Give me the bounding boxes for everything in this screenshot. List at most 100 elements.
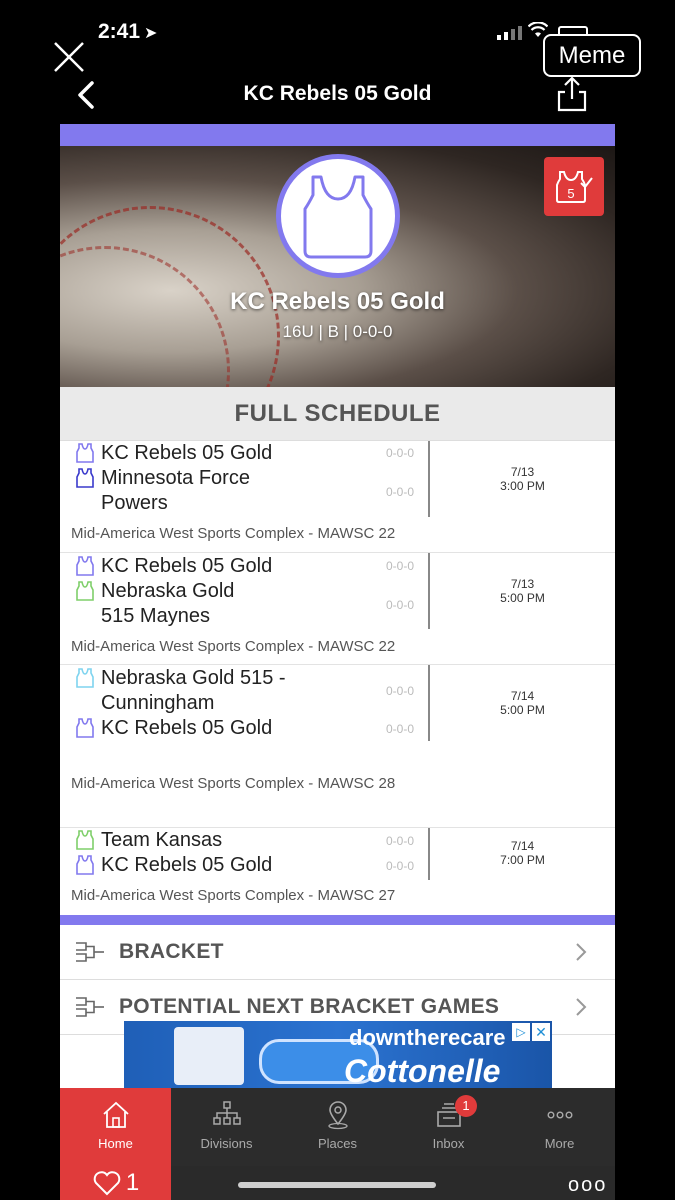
more-options-icon[interactable]: ooo <box>568 1174 607 1197</box>
team-name: KC Rebels 05 Gold <box>101 854 273 876</box>
divisions-icon <box>212 1101 241 1125</box>
jersey-icon <box>76 855 94 875</box>
column-divider <box>428 828 430 880</box>
game-venue: Mid-America West Sports Complex - MAWSC … <box>71 887 396 904</box>
game-time: 5:00 PM <box>500 591 545 605</box>
bracket-icon <box>76 997 104 1017</box>
game-time: 7:00 PM <box>500 853 545 867</box>
bracket-icon <box>76 942 104 962</box>
tab-home[interactable]: Home <box>60 1088 171 1166</box>
ad-product-image <box>174 1027 244 1085</box>
jersey-icon <box>76 718 94 738</box>
team-name: KC Rebels 05 Gold <box>101 555 273 577</box>
team-row: Nebraska Gold 515 Maynes <box>74 579 251 629</box>
places-icon <box>327 1101 348 1130</box>
ad-choices-icon[interactable]: ▷ <box>512 1023 530 1041</box>
tab-bar: Home Divisions Places 1 Inbox More <box>60 1088 615 1166</box>
favorite-jersey-check-icon: 5 <box>556 170 593 203</box>
team-name: Team Kansas <box>101 829 223 851</box>
tab-label: Places <box>317 1136 358 1151</box>
tab-label: Divisions <box>200 1136 253 1151</box>
favorite-team-button[interactable]: 5 <box>544 157 604 216</box>
jersey-icon <box>76 556 94 576</box>
tab-places[interactable]: Places <box>282 1088 393 1166</box>
like-count: 1 <box>125 1169 140 1196</box>
accent-bar <box>60 124 615 146</box>
ad-brand: Cottonelle <box>344 1053 501 1088</box>
tab-label: More <box>544 1136 575 1151</box>
jersey-icon <box>303 175 373 259</box>
game-date: 7/14 <box>510 689 535 703</box>
tab-divisions[interactable]: Divisions <box>171 1088 282 1166</box>
game-card[interactable]: KC Rebels 05 Gold 0-0-0 Nebraska Gold 51… <box>60 553 615 665</box>
team-record: 0-0-0 <box>386 684 415 698</box>
bracket-label: BRACKET <box>119 940 224 963</box>
tab-label: Home <box>98 1136 133 1151</box>
ad-tagline: downtherecare <box>349 1025 506 1050</box>
team-row: KC Rebels 05 Gold <box>74 716 371 741</box>
team-row: Minnesota Force Powers <box>74 466 251 516</box>
team-row: Team Kansas <box>74 828 371 853</box>
game-venue: Mid-America West Sports Complex - MAWSC … <box>71 525 396 542</box>
game-datetime: 7/13 5:00 PM <box>460 577 585 605</box>
game-datetime: 7/14 7:00 PM <box>460 839 585 867</box>
team-record: 0-0-0 <box>386 598 415 612</box>
game-venue: Mid-America West Sports Complex - MAWSC … <box>71 638 396 655</box>
like-button[interactable]: 1 <box>60 1166 171 1200</box>
team-name: KC Rebels 05 Gold <box>101 717 273 739</box>
cellular-signal-icon <box>497 26 522 40</box>
status-time: 2:41 ➤ <box>98 20 158 43</box>
team-record: 0-0-0 <box>386 859 415 873</box>
location-arrow-icon: ➤ <box>144 25 158 42</box>
game-card[interactable]: KC Rebels 05 Gold 0-0-0 Minnesota Force … <box>60 441 615 553</box>
jersey-icon <box>76 443 94 463</box>
team-row: KC Rebels 05 Gold <box>74 441 371 466</box>
team-row: KC Rebels 05 Gold <box>74 554 371 579</box>
tab-inbox[interactable]: 1 Inbox <box>393 1088 504 1166</box>
game-datetime: 7/13 3:00 PM <box>460 465 585 493</box>
jersey-icon <box>76 830 94 850</box>
team-meta: 16U | B | 0-0-0 <box>282 322 393 341</box>
jersey-icon <box>76 581 94 601</box>
team-name: KC Rebels 05 Gold <box>101 442 273 464</box>
inbox-badge: 1 <box>455 1095 477 1117</box>
game-venue: Mid-America West Sports Complex - MAWSC … <box>71 775 396 792</box>
game-datetime: 7/14 5:00 PM <box>460 689 585 717</box>
team-record: 0-0-0 <box>386 834 415 848</box>
home-indicator <box>238 1182 436 1188</box>
chevron-right-icon <box>576 943 587 961</box>
favorite-badge-number: 5 <box>567 186 574 201</box>
chevron-right-icon <box>576 998 587 1016</box>
full-schedule-heading: FULL SCHEDULE <box>60 387 615 441</box>
meme-button[interactable]: Meme <box>543 34 641 77</box>
game-date: 7/13 <box>510 577 535 591</box>
jersey-icon <box>76 668 94 688</box>
team-record: 0-0-0 <box>386 722 415 736</box>
game-card[interactable]: Team Kansas 0-0-0 KC Rebels 05 Gold 0-0-… <box>60 828 615 915</box>
team-name: Nebraska Gold 515 - Cunningham <box>101 667 286 714</box>
tab-label: Inbox <box>432 1136 465 1151</box>
team-name: Nebraska Gold 515 Maynes <box>101 580 235 627</box>
team-header: KC Rebels 05 Gold 16U | B | 0-0-0 5 <box>60 146 615 387</box>
game-card[interactable]: Nebraska Gold 515 - Cunningham 0-0-0 KC … <box>60 665 615 828</box>
team-record: 0-0-0 <box>386 485 415 499</box>
ad-banner[interactable]: downtherecare Cottonelle ▷ ✕ <box>124 1021 552 1088</box>
game-date: 7/14 <box>510 839 535 853</box>
tab-more[interactable]: More <box>504 1088 615 1166</box>
share-icon[interactable] <box>556 76 588 112</box>
column-divider <box>428 553 430 629</box>
team-record: 0-0-0 <box>386 559 415 573</box>
game-time: 3:00 PM <box>500 479 545 493</box>
game-time: 5:00 PM <box>500 703 545 717</box>
team-record: 0-0-0 <box>386 446 415 460</box>
accent-bar <box>60 915 615 925</box>
bracket-link[interactable]: BRACKET <box>60 925 615 980</box>
ad-close-icon[interactable]: ✕ <box>532 1023 550 1041</box>
home-icon <box>102 1101 129 1128</box>
close-icon[interactable] <box>52 40 86 74</box>
team-page: KC Rebels 05 Gold 16U | B | 0-0-0 5 FULL… <box>60 124 615 1089</box>
jersey-icon <box>76 468 94 488</box>
team-row: Nebraska Gold 515 - Cunningham <box>74 666 301 716</box>
more-icon <box>547 1111 573 1119</box>
potential-bracket-games-label: POTENTIAL NEXT BRACKET GAMES <box>119 995 500 1018</box>
